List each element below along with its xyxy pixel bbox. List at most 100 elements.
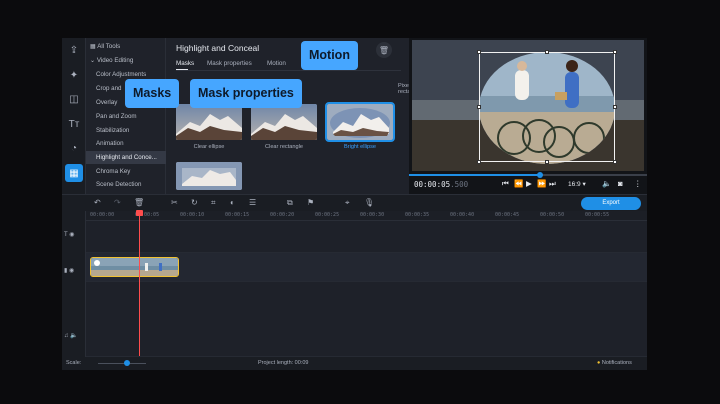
trash-icon[interactable]: 🗑: [376, 42, 392, 58]
preset-thumbnail[interactable]: [176, 104, 242, 140]
filters-icon[interactable]: ◔: [65, 139, 83, 157]
project-length: Project length: 00:09: [258, 360, 309, 366]
tool-item[interactable]: Chroma Key: [86, 165, 166, 178]
resize-handle[interactable]: [613, 50, 617, 54]
marker-icon[interactable]: ⌖: [345, 198, 350, 208]
more-options-icon[interactable]: ⋮: [634, 179, 642, 188]
tick-label: 00:00:30: [360, 212, 385, 218]
callout-motion: Motion: [301, 41, 358, 70]
skip-forward-icon[interactable]: ⏭: [549, 179, 556, 189]
tick-label: 00:00:40: [450, 212, 475, 218]
tick-label: 00:00:45: [495, 212, 520, 218]
notifications-link[interactable]: ● Notifications: [597, 360, 632, 366]
preset-thumbnail[interactable]: [176, 162, 242, 190]
tick-label: 00:00:35: [405, 212, 430, 218]
tick-label: 00:00:10: [180, 212, 205, 218]
timeline-ruler[interactable]: 00:00:00 00:00:05 00:00:10 00:00:15 00:0…: [86, 211, 647, 221]
active-tab-indicator: [176, 69, 188, 70]
cut-icon[interactable]: ✂: [171, 198, 178, 207]
trash-icon[interactable]: 🗑: [134, 198, 144, 207]
preview-progress-bar[interactable]: [409, 172, 647, 178]
resize-handle[interactable]: [613, 105, 617, 109]
tick-label: 00:00:25: [315, 212, 340, 218]
track-controls: T ◉ ▮ ◉ ♫ 🔈: [62, 211, 86, 357]
tools-list: ▦ All Tools ⌄ Video Editing Color Adjust…: [86, 38, 166, 194]
text-track-icon: T ◉: [64, 232, 75, 238]
mask-bounding-box[interactable]: [477, 50, 617, 164]
tick-label: 00:00:50: [540, 212, 565, 218]
tab-mask-properties[interactable]: Mask properties: [207, 60, 252, 67]
undo-icon[interactable]: ↶: [94, 198, 101, 207]
redo-icon[interactable]: ↷: [114, 198, 121, 207]
overlay-icon[interactable]: ⧉: [287, 198, 293, 208]
resize-handle[interactable]: [477, 160, 481, 164]
audio-track-icon: ♫ 🔈: [64, 333, 78, 339]
magic-wand-icon[interactable]: ✦: [65, 66, 83, 84]
volume-icon[interactable]: 🔈: [602, 179, 611, 188]
progress-fill: [409, 174, 540, 176]
chevron-down-icon: ▾: [580, 181, 586, 188]
rotate-icon[interactable]: ↻: [191, 198, 198, 207]
preset-label: Clear rectangle: [265, 144, 303, 150]
panel-title: Highlight and Conceal: [176, 43, 260, 53]
resize-handle[interactable]: [477, 50, 481, 54]
progress-knob[interactable]: [536, 172, 543, 178]
tick-label: 00:00:15: [225, 212, 250, 218]
tab-masks[interactable]: Masks: [176, 60, 194, 67]
playhead-handle[interactable]: [136, 210, 143, 216]
transitions-icon[interactable]: ◫: [65, 90, 83, 108]
tool-item[interactable]: Pan and Zoom: [86, 110, 166, 123]
step-back-icon[interactable]: ⏪: [514, 179, 523, 188]
scale-slider-knob[interactable]: [124, 360, 130, 366]
resize-handle[interactable]: [545, 50, 549, 54]
tool-item-highlight-and-conceal[interactable]: Highlight and Conce...: [86, 151, 166, 164]
video-preview: 00:00:05.500 ⏮ ⏪ ▶ ⏩ ⏭ 16:9 ▾ 🔈 ◙ ⋮: [409, 38, 647, 194]
step-forward-icon[interactable]: ⏩: [537, 179, 546, 188]
crop-icon[interactable]: ⌗: [211, 198, 216, 208]
scale-label: Scale:: [66, 360, 82, 366]
color-icon[interactable]: ◐: [230, 198, 235, 207]
aspect-ratio-select[interactable]: 16:9 ▾: [568, 180, 586, 188]
status-bar: Scale: Project length: 00:09 ● Notificat…: [62, 357, 647, 370]
callout-mask-properties: Mask properties: [190, 79, 302, 108]
preset-label-selected: Bright ellipse: [343, 144, 377, 150]
callout-masks: Masks: [125, 79, 180, 108]
preset-thumbnail[interactable]: [251, 104, 317, 140]
timeline-toolbar: ↶ ↷ 🗑 ✂ ↻ ⌗ ◐ ☰ ⧉ ⚑ ⌖ 🎙 Export: [62, 194, 647, 211]
video-clip[interactable]: [90, 257, 179, 277]
text-track-lane[interactable]: [86, 221, 647, 253]
preview-frame[interactable]: [412, 40, 644, 171]
microphone-icon[interactable]: 🎙: [364, 198, 374, 207]
resize-handle[interactable]: [545, 160, 549, 164]
chevron-down-icon: ⌄: [90, 57, 97, 64]
scale-slider[interactable]: [98, 363, 146, 364]
audio-track-lane[interactable]: [86, 282, 647, 357]
playhead[interactable]: [139, 210, 140, 356]
tick-label: 00:00:00: [90, 212, 115, 218]
all-tools-link[interactable]: ▦ All Tools: [86, 40, 166, 53]
camera-icon[interactable]: ◙: [618, 179, 623, 188]
effect-panel: Highlight and Conceal Masks Mask propert…: [166, 38, 511, 194]
import-icon[interactable]: ⇪: [65, 41, 83, 59]
video-editing-group[interactable]: ⌄ Video Editing: [86, 54, 166, 67]
tool-icon-strip: ⇪ ✦ ◫ Tт ◔ ▦: [62, 38, 86, 194]
more-tools-icon[interactable]: ▦: [65, 164, 83, 182]
skip-back-icon[interactable]: ⏮: [502, 179, 509, 189]
video-track-icon: ▮ ◉: [64, 268, 75, 274]
tool-item[interactable]: Stabilization: [86, 124, 166, 137]
tool-item[interactable]: Animation: [86, 137, 166, 150]
tab-motion[interactable]: Motion: [267, 60, 286, 67]
resize-handle[interactable]: [477, 105, 481, 109]
timecode: 00:00:05.500: [414, 180, 469, 189]
export-button[interactable]: Export: [581, 197, 641, 210]
adjust-icon[interactable]: ☰: [249, 198, 256, 207]
flag-icon[interactable]: ⚑: [307, 198, 314, 207]
tab-divider: [176, 70, 401, 71]
preset-label: Clear ellipse: [193, 144, 225, 150]
preset-thumbnail-selected[interactable]: [325, 102, 395, 142]
tool-item[interactable]: Scene Detection: [86, 178, 166, 191]
tick-label: 00:00:20: [270, 212, 295, 218]
resize-handle[interactable]: [613, 160, 617, 164]
titles-icon[interactable]: Tт: [65, 115, 83, 133]
play-icon[interactable]: ▶: [526, 179, 532, 188]
